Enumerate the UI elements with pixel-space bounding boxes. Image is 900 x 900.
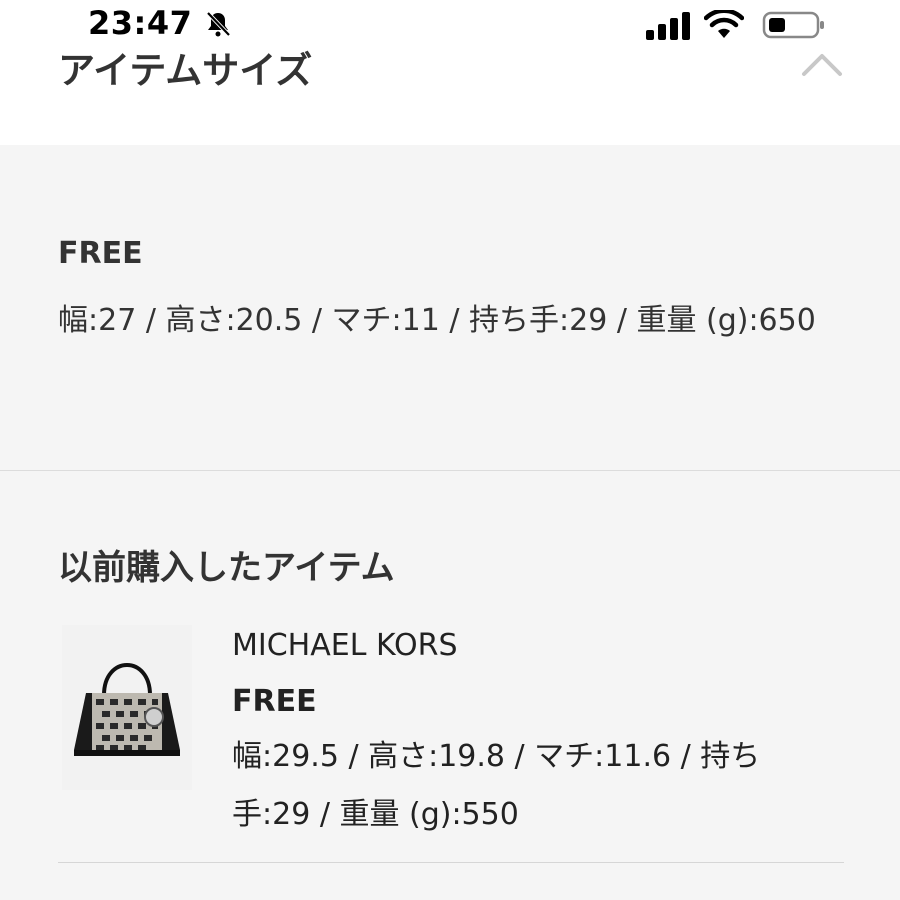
handbag-image[interactable]: [62, 625, 192, 790]
item-brand[interactable]: MICHAEL KORS: [232, 628, 458, 663]
item-size-label: FREE: [232, 684, 317, 719]
battery-icon: [762, 11, 824, 39]
divider: [58, 862, 844, 863]
bell-slash-icon: [206, 11, 231, 37]
size-description: 幅:27 / 高さ:20.5 / マチ:11 / 持ち手:29 / 重量 (g)…: [58, 303, 816, 338]
signal-icon: [646, 12, 690, 40]
chevron-up-icon[interactable]: [800, 50, 844, 78]
wifi-icon: [704, 10, 744, 38]
page-title: アイテムサイズ: [58, 49, 313, 92]
section-title: 以前購入したアイテム: [58, 548, 395, 588]
divider: [0, 470, 900, 471]
size-label: FREE: [58, 236, 143, 271]
status-time: 23:47: [88, 4, 193, 42]
item-size-description: 幅:29.5 / 高さ:19.8 / マチ:11.6 / 持ち手:29 / 重量…: [232, 739, 761, 832]
